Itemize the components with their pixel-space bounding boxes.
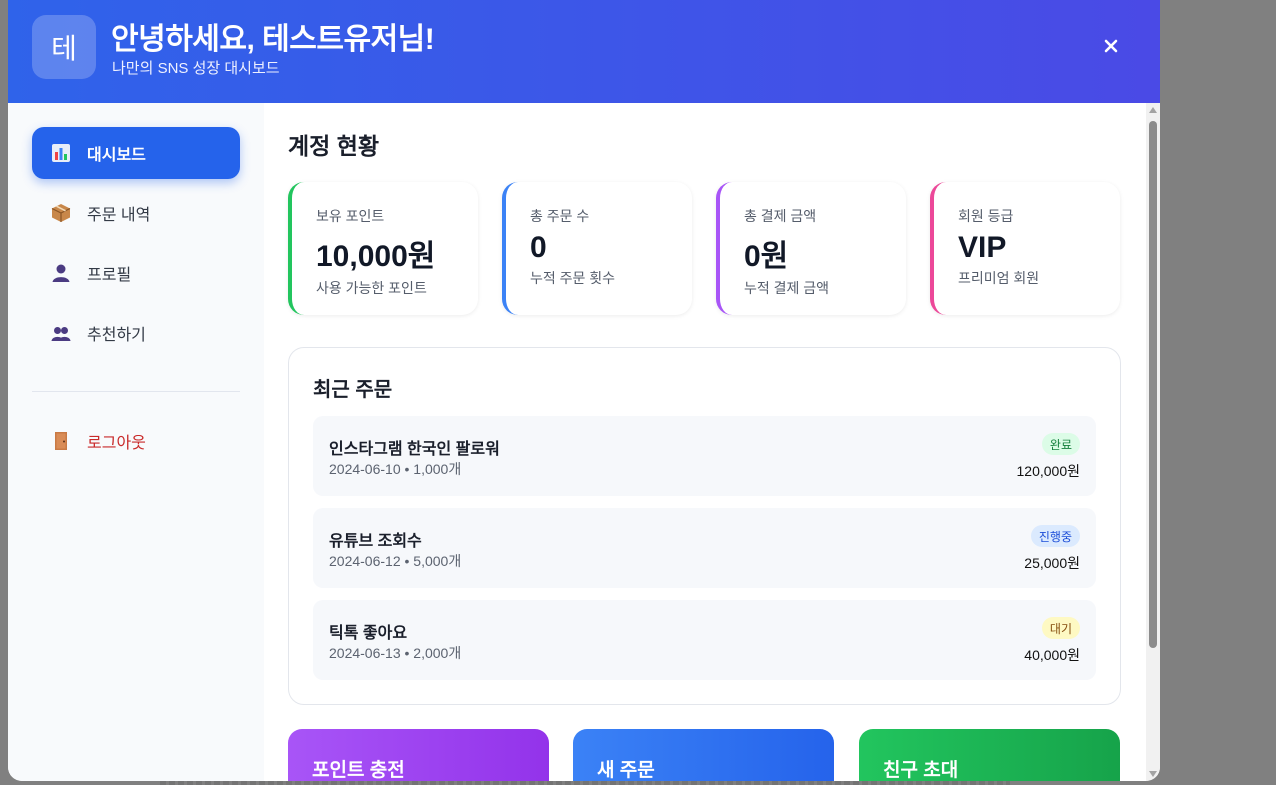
stat-label: 총 결제 금액 [744, 208, 817, 224]
order-price: 25,000원 [1024, 555, 1080, 571]
order-meta: 2024-06-13 • 2,000개 [329, 645, 462, 661]
stat-value: 0원 [744, 240, 789, 273]
stat-card-grade: 회원 등급 VIP 프리미엄 회원 [930, 182, 1120, 315]
stat-label: 회원 등급 [958, 208, 1014, 224]
stat-card-orders: 총 주문 수 0 누적 주문 횟수 [502, 182, 692, 315]
stat-value: 0 [530, 231, 547, 264]
door-icon [50, 430, 72, 452]
background-page-text [160, 781, 1010, 785]
close-button[interactable] [1096, 31, 1126, 61]
sidebar-item-dashboard[interactable]: 대시보드 [32, 127, 240, 179]
order-price: 120,000원 [1016, 463, 1081, 479]
order-name: 유튜브 조회수 [329, 533, 422, 550]
modal-header: 테 안녕하세요, 테스트유저님! 나만의 SNS 성장 대시보드 [8, 0, 1160, 103]
recent-orders-panel: 최근 주문 인스타그램 한국인 팔로워 2024-06-10 • 1,000개 … [288, 347, 1121, 705]
new-order-button[interactable]: 새 주문 [573, 729, 834, 781]
sidebar: 대시보드 주문 내역 프로필 추천하기 로그아웃 [8, 103, 264, 781]
stat-card-payment: 총 결제 금액 0원 누적 결제 금액 [716, 182, 906, 315]
users-icon [50, 322, 72, 344]
scroll-up-arrow[interactable] [1149, 107, 1157, 113]
sidebar-item-profile[interactable]: 프로필 [32, 247, 240, 299]
logout-label: 로그아웃 [87, 435, 146, 452]
page-title: 계정 현황 [288, 133, 380, 159]
order-item[interactable]: 인스타그램 한국인 팔로워 2024-06-10 • 1,000개 완료 120… [313, 416, 1096, 496]
package-icon [50, 202, 72, 224]
sidebar-divider [32, 391, 240, 392]
status-badge: 완료 [1041, 433, 1080, 455]
sidebar-item-orders[interactable]: 주문 내역 [32, 187, 240, 239]
stat-desc: 사용 가능한 포인트 [316, 280, 427, 296]
sidebar-item-label: 주문 내역 [87, 207, 151, 224]
order-meta: 2024-06-12 • 5,000개 [329, 553, 462, 569]
stat-label: 총 주문 수 [530, 208, 590, 224]
charge-points-button[interactable]: 포인트 충전 [288, 729, 549, 781]
sidebar-item-label: 프로필 [87, 267, 132, 284]
stat-value: 10,000원 [316, 240, 436, 273]
sidebar-item-label: 대시보드 [87, 147, 146, 164]
scrollbar-thumb[interactable] [1149, 121, 1157, 648]
order-price: 40,000원 [1024, 647, 1080, 663]
sidebar-item-label: 추천하기 [87, 327, 146, 344]
scroll-down-arrow[interactable] [1149, 771, 1157, 777]
main-content: 계정 현황 보유 포인트 10,000원 사용 가능한 포인트 총 주문 수 0… [264, 103, 1146, 781]
order-item[interactable]: 유튜브 조회수 2024-06-12 • 5,000개 진행중 25,000원 [313, 508, 1096, 588]
stat-desc: 누적 결제 금액 [744, 280, 830, 296]
close-icon [1104, 39, 1118, 53]
order-name: 인스타그램 한국인 팔로워 [329, 441, 500, 458]
recent-orders-title: 최근 주문 [313, 379, 393, 401]
stat-desc: 누적 주문 횟수 [530, 270, 616, 286]
order-meta: 2024-06-10 • 1,000개 [329, 461, 462, 477]
order-item[interactable]: 틱톡 좋아요 2024-06-13 • 2,000개 대기 40,000원 [313, 600, 1096, 680]
order-name: 틱톡 좋아요 [329, 625, 408, 642]
bar-chart-icon [50, 142, 72, 164]
stat-desc: 프리미엄 회원 [958, 270, 1040, 286]
stat-value: VIP [958, 231, 1007, 264]
stat-card-points: 보유 포인트 10,000원 사용 가능한 포인트 [288, 182, 478, 315]
avatar: 테 [32, 15, 96, 79]
header-subtitle: 나만의 SNS 성장 대시보드 [112, 60, 280, 77]
sidebar-item-referral[interactable]: 추천하기 [32, 307, 240, 359]
invite-friend-button[interactable]: 친구 초대 [859, 729, 1120, 781]
scrollbar[interactable] [1146, 103, 1160, 781]
user-icon [50, 262, 72, 284]
greeting-title: 안녕하세요, 테스트유저님! [111, 23, 435, 56]
status-badge: 대기 [1041, 617, 1080, 639]
dashboard-modal: 테 안녕하세요, 테스트유저님! 나만의 SNS 성장 대시보드 대시보드 주문… [8, 0, 1160, 781]
status-badge: 진행중 [1030, 525, 1080, 547]
stat-label: 보유 포인트 [316, 208, 385, 224]
logout-button[interactable]: 로그아웃 [32, 415, 240, 467]
